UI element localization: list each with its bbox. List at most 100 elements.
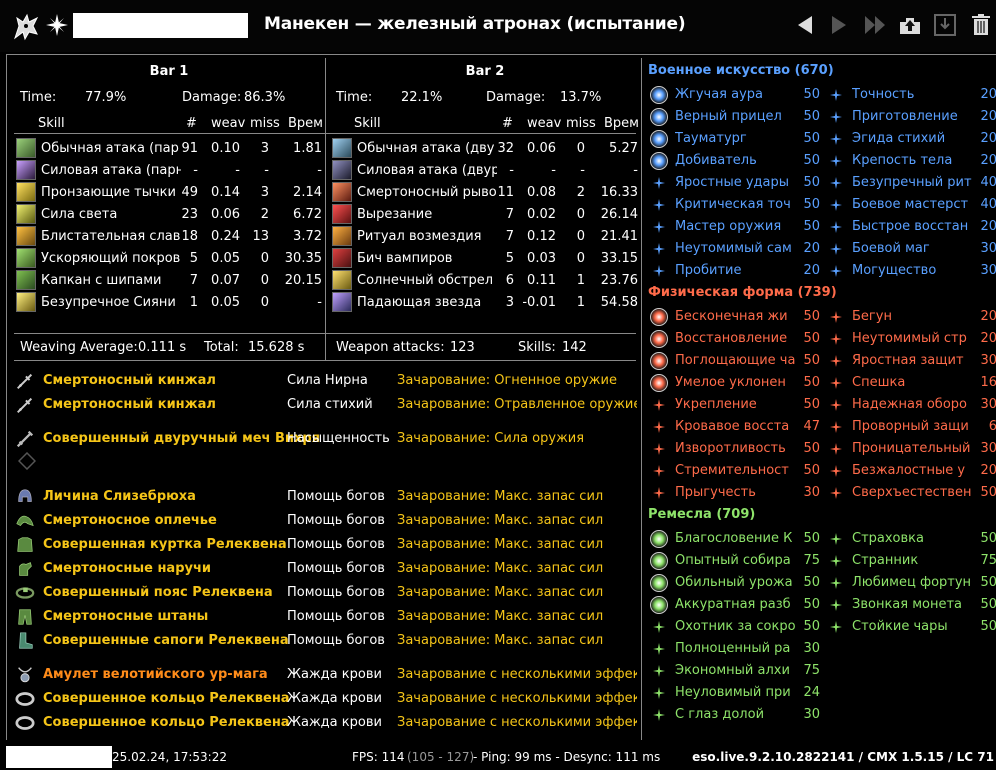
cp-star[interactable]: Звонкая монета 50	[827, 594, 996, 616]
next-fight-icon[interactable]	[826, 12, 852, 38]
cp-star[interactable]: Эгида стихий 20	[827, 128, 996, 150]
cp-star[interactable]: Жгучая аура 50	[650, 84, 820, 106]
cp-star[interactable]: С глаз долой 30	[650, 704, 820, 726]
skill-row[interactable]: Падающая звезда 3 -0.01 1 54.58	[330, 292, 640, 314]
skill-row[interactable]: Ритуал возмездия 7 0.12 0 21.41	[330, 226, 640, 248]
skill-row[interactable]: Вырезание 7 0.02 0 26.14	[330, 204, 640, 226]
cp-star[interactable]: Безжалостные у 20	[827, 460, 996, 482]
skill-time: 3.72	[293, 229, 322, 244]
cp-star[interactable]: Умелое уклонен 50	[650, 372, 820, 394]
save-fight-icon[interactable]	[932, 12, 958, 38]
cp-star-points: 30	[980, 397, 996, 412]
cp-star[interactable]: Аккуратная разб 50	[650, 594, 820, 616]
cp-star[interactable]: Охотник за сокро 50	[650, 616, 820, 638]
cp-star[interactable]: Яростная защит 30	[827, 350, 996, 372]
gear-row[interactable]: Совершенная куртка Релеквена Помощь богов…	[14, 534, 636, 556]
skill-row[interactable]: Ускоряющий покров 5 0.05 0 30.35	[14, 248, 324, 270]
gear-row[interactable]: Амулет велотийского ур-мага Жажда крови За…	[14, 664, 637, 686]
cp-star[interactable]: Неуловимый при 24	[650, 682, 820, 704]
cp-star[interactable]: Укрепление 50	[650, 394, 820, 416]
cp-star[interactable]: Бегун 20	[827, 306, 996, 328]
cp-star[interactable]: Боевой маг 30	[827, 238, 996, 260]
skill-row[interactable]: Капкан с шипами 7 0.07 0 20.15	[14, 270, 324, 292]
skill-row[interactable]: Сила света 23 0.06 2 6.72	[14, 204, 324, 226]
skill-row[interactable]: Силовая атака (парн - - - -	[14, 160, 324, 182]
cp-star[interactable]: Проницательный 30	[827, 438, 996, 460]
cp-passive-icon	[827, 196, 845, 214]
cp-star[interactable]: Верный прицел 50	[650, 106, 820, 128]
cp-star[interactable]: Страховка 50	[827, 528, 996, 550]
gear-row[interactable]: Смертоносные штаны Помощь богов Зачаровани…	[14, 606, 636, 628]
cp-star[interactable]: Стремительност 50	[650, 460, 820, 482]
gear-row[interactable]: Совершенный двуручный меч Вихря Насыщенно…	[14, 428, 636, 450]
cp-star[interactable]: Быстрое восстан 20	[827, 216, 996, 238]
cp-star[interactable]: Любимец фортун 50	[827, 572, 996, 594]
cp-star[interactable]: Мастер оружия 50	[650, 216, 820, 238]
skill-icon	[16, 204, 36, 224]
gear-row[interactable]: Смертоносное оплечье Помощь богов Зачарова…	[14, 510, 636, 532]
cp-star[interactable]: Обильный урожа 50	[650, 572, 820, 594]
cp-passive-icon	[827, 262, 845, 280]
cp-passive-icon	[827, 552, 845, 570]
cp-star[interactable]: Странник 75	[827, 550, 996, 572]
skill-row[interactable]: Смертоносный рыво 11 0.08 2 16.33	[330, 182, 640, 204]
weaving-average-value: 0.111 s	[138, 340, 187, 355]
skill-row[interactable]: Обычная атака (дву 32 0.06 0 5.27	[330, 138, 640, 160]
cp-star[interactable]: Боевое мастерст 40	[827, 194, 996, 216]
cp-star[interactable]: Поглощающие ча 50	[650, 350, 820, 372]
cp-star[interactable]: Неутомимый стр 20	[827, 328, 996, 350]
gear-row[interactable]: Совершенный пояс Релеквена Помощь богов За…	[14, 582, 636, 604]
skill-row[interactable]: Безупречное Сияни 1 0.05 0 -	[14, 292, 324, 314]
skill-row[interactable]: Бич вампиров 5 0.03 0 33.15	[330, 248, 640, 270]
cp-star[interactable]: Пробитие 20	[650, 260, 820, 282]
cp-star[interactable]: Тауматург 50	[650, 128, 820, 150]
skill-row[interactable]: Обычная атака (пар 91 0.10 3 1.81	[14, 138, 324, 160]
cp-star[interactable]: Добиватель 50	[650, 150, 820, 172]
cp-star[interactable]: Яростные удары 50	[650, 172, 820, 194]
skill-count: -	[193, 163, 198, 178]
cp-star[interactable]: Приготовление 20	[827, 106, 996, 128]
cp-star[interactable]: Точность 20	[827, 84, 996, 106]
gear-enchant: Зачарование: Макс. запас сил	[397, 585, 604, 600]
cp-star[interactable]: Изворотливость 50	[650, 438, 820, 460]
cp-star[interactable]: Бесконечная жи 50	[650, 306, 820, 328]
skill-row[interactable]: Пронзающие тычки 49 0.14 3 2.14	[14, 182, 324, 204]
upload-icon[interactable]	[897, 12, 923, 38]
cp-star[interactable]: Благословение К 50	[650, 528, 820, 550]
cp-star-points: 50	[980, 619, 996, 634]
cp-star[interactable]: Восстановление 50	[650, 328, 820, 350]
cp-star[interactable]: Экономный алхи 75	[650, 660, 820, 682]
cp-star[interactable]: Критическая точ 50	[650, 194, 820, 216]
gear-row[interactable]: Смертоносный кинжал Сила стихий Зачаровани…	[14, 394, 637, 416]
cp-star[interactable]: Кровавое восста 47	[650, 416, 820, 438]
cp-star[interactable]: Крепость тела 20	[827, 150, 996, 172]
skill-row[interactable]: Солнечный обстрел 6 0.11 1 23.76	[330, 270, 640, 292]
gear-row[interactable]: Личина Слизебрюха Помощь богов Зачарование…	[14, 486, 636, 508]
cp-star[interactable]: Полноценный ра 30	[650, 638, 820, 660]
last-fight-icon[interactable]	[862, 12, 888, 38]
cp-star[interactable]: Проворный защи 6	[827, 416, 996, 438]
gear-row[interactable]: Совершенное кольцо Релеквена Жажда крови З…	[14, 688, 637, 710]
gear-row[interactable]: Смертоносный кинжал Сила Нирна Зачарование…	[14, 370, 636, 392]
gear-enchant: Зачарование: Макс. запас сил	[397, 489, 604, 504]
delete-icon[interactable]	[968, 12, 994, 38]
skill-time: 16.33	[600, 185, 638, 200]
cp-star[interactable]: Спешка 16	[827, 372, 996, 394]
prev-fight-icon[interactable]	[792, 12, 818, 38]
gear-row[interactable]: Смертоносные наручи Помощь богов Зачарован…	[14, 558, 636, 580]
cp-passive-icon	[650, 174, 668, 192]
cp-star[interactable]: Сверхъестествен 50	[827, 482, 996, 504]
skill-row[interactable]: Силовая атака (двур - - - -	[330, 160, 640, 182]
cp-star[interactable]: Стойкие чары 50	[827, 616, 996, 638]
gear-row[interactable]: Совершенные сапоги Релеквена Помощь богов…	[14, 630, 636, 652]
cp-star[interactable]: Неутомимый сам 20	[650, 238, 820, 260]
skill-name: Солнечный обстрел	[357, 273, 494, 288]
cp-star[interactable]: Безупречный рит 40	[827, 172, 996, 194]
cp-star[interactable]: Могущество 30	[827, 260, 996, 282]
cp-star[interactable]: Прыгучесть 30	[650, 482, 820, 504]
cp-star-name: Звонкая монета	[852, 597, 963, 612]
cp-star[interactable]: Опытный собира 75	[650, 550, 820, 572]
gear-row[interactable]: Совершенное кольцо Релеквена Жажда крови З…	[14, 712, 637, 734]
skill-row[interactable]: Блистательная слав 18 0.24 13 3.72	[14, 226, 324, 248]
cp-star[interactable]: Надежная оборо 30	[827, 394, 996, 416]
